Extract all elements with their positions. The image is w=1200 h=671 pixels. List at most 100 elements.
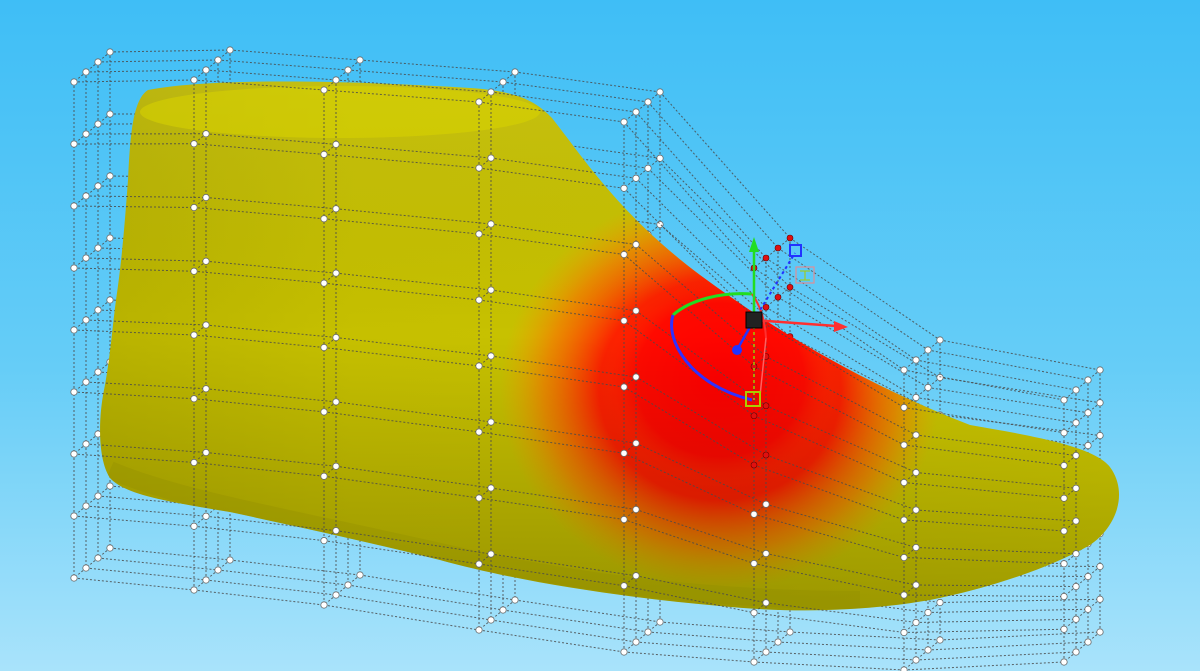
cage-control-point[interactable] — [750, 658, 758, 666]
cage-control-point[interactable] — [750, 609, 758, 617]
cage-control-point[interactable] — [1072, 386, 1080, 394]
cage-control-point-selected[interactable] — [774, 293, 782, 301]
cage-control-point[interactable] — [70, 450, 78, 458]
cage-control-point[interactable] — [202, 385, 210, 393]
cage-control-point[interactable] — [332, 398, 340, 406]
cage-control-point[interactable] — [82, 130, 90, 138]
cage-control-point[interactable] — [475, 626, 483, 634]
cage-control-point[interactable] — [332, 76, 340, 84]
cage-control-point[interactable] — [900, 403, 908, 412]
cage-control-point[interactable] — [70, 140, 78, 148]
cage-control-point[interactable] — [332, 462, 340, 470]
cage-control-point[interactable] — [70, 574, 78, 582]
cage-control-point[interactable] — [1060, 396, 1068, 404]
cage-control-point[interactable] — [924, 383, 932, 392]
cage-control-point[interactable] — [320, 150, 328, 158]
cage-control-point[interactable] — [762, 549, 770, 558]
cage-control-point[interactable] — [226, 46, 234, 54]
cage-control-point[interactable] — [202, 512, 210, 520]
cage-control-point[interactable] — [1060, 592, 1068, 601]
gizmo-pivot[interactable] — [745, 311, 763, 329]
cage-control-point[interactable] — [202, 257, 210, 265]
cage-control-point[interactable] — [620, 250, 628, 259]
cage-control-point[interactable] — [656, 618, 664, 626]
cage-control-point[interactable] — [924, 346, 932, 354]
cage-control-point[interactable] — [632, 638, 640, 646]
cage-control-point[interactable] — [620, 449, 628, 457]
cage-control-point[interactable] — [936, 598, 944, 607]
cage-control-point[interactable] — [1060, 461, 1068, 470]
cage-control-point[interactable] — [487, 418, 495, 426]
cage-control-point[interactable] — [475, 98, 483, 106]
cage-control-point[interactable] — [1084, 638, 1092, 646]
cage-control-point[interactable] — [499, 606, 507, 614]
cage-control-point[interactable] — [620, 582, 628, 590]
cage-control-point[interactable] — [632, 108, 640, 116]
cage-control-point[interactable] — [82, 564, 90, 572]
cage-control-point[interactable] — [214, 56, 222, 64]
cage-control-point[interactable] — [487, 484, 495, 492]
cage-control-point[interactable] — [475, 428, 483, 436]
cage-control-point[interactable] — [332, 140, 340, 148]
cage-control-point[interactable] — [1072, 615, 1080, 623]
cage-control-point[interactable] — [511, 596, 519, 604]
cage-control-point[interactable] — [1072, 648, 1080, 656]
cage-control-point[interactable] — [82, 192, 90, 200]
cage-control-point[interactable] — [70, 326, 78, 334]
cage-control-point[interactable] — [900, 441, 908, 449]
cage-control-point[interactable] — [620, 118, 628, 126]
cage-control-point[interactable] — [900, 366, 908, 374]
cage-control-point[interactable] — [320, 279, 328, 287]
cage-control-point[interactable] — [1072, 484, 1080, 492]
scene[interactable] — [0, 0, 1200, 671]
cage-control-point[interactable] — [1096, 431, 1104, 440]
cage-control-point[interactable] — [912, 431, 920, 439]
cage-control-point[interactable] — [82, 440, 90, 448]
cage-control-point[interactable] — [94, 492, 102, 500]
cage-control-point-selected[interactable] — [786, 283, 794, 291]
cage-control-point[interactable] — [344, 581, 352, 589]
cage-control-point[interactable] — [620, 648, 628, 656]
cage-control-point[interactable] — [1060, 494, 1068, 502]
cage-control-point[interactable] — [94, 58, 102, 66]
cage-control-point[interactable] — [1060, 560, 1068, 568]
cage-control-point[interactable] — [82, 316, 90, 324]
cage-control-point[interactable] — [70, 264, 78, 272]
cage-control-point[interactable] — [774, 638, 782, 646]
shoe-last-model[interactable] — [0, 0, 1200, 671]
cage-control-point[interactable] — [936, 636, 944, 644]
cage-control-point[interactable] — [1096, 562, 1104, 571]
cage-control-point[interactable] — [190, 76, 198, 84]
cage-control-point[interactable] — [912, 618, 920, 627]
cage-control-point[interactable] — [190, 267, 198, 275]
cage-control-point[interactable] — [82, 68, 90, 76]
cage-control-point[interactable] — [750, 510, 758, 518]
cage-control-point[interactable] — [912, 393, 920, 402]
cage-control-point[interactable] — [356, 571, 364, 579]
cage-control-point[interactable] — [656, 154, 664, 162]
cage-control-point[interactable] — [900, 628, 908, 637]
cage-control-point[interactable] — [70, 78, 78, 86]
cage-control-point[interactable] — [632, 174, 640, 182]
cage-control-point[interactable] — [332, 205, 340, 213]
cage-control-point[interactable] — [1072, 517, 1080, 525]
cage-control-point[interactable] — [202, 130, 210, 138]
cage-control-point[interactable] — [320, 215, 328, 223]
cage-control-point[interactable] — [1096, 628, 1104, 636]
cage-control-point[interactable] — [762, 648, 770, 656]
cage-control-point[interactable] — [94, 368, 102, 376]
cage-control-point[interactable] — [94, 244, 102, 252]
cage-control-point[interactable] — [70, 388, 78, 396]
cage-control-point[interactable] — [202, 66, 210, 74]
cage-control-point[interactable] — [1060, 625, 1068, 633]
cage-control-point[interactable] — [320, 472, 328, 480]
cage-control-point[interactable] — [1084, 441, 1092, 450]
cage-control-point[interactable] — [475, 494, 483, 502]
cage-control-point[interactable] — [1060, 658, 1068, 666]
cage-control-point[interactable] — [912, 468, 920, 477]
cage-control-point[interactable] — [320, 86, 328, 94]
cage-control-point[interactable] — [202, 193, 210, 202]
cage-control-point[interactable] — [632, 307, 640, 315]
cage-control-point[interactable] — [762, 500, 770, 508]
cage-control-point[interactable] — [320, 537, 328, 545]
